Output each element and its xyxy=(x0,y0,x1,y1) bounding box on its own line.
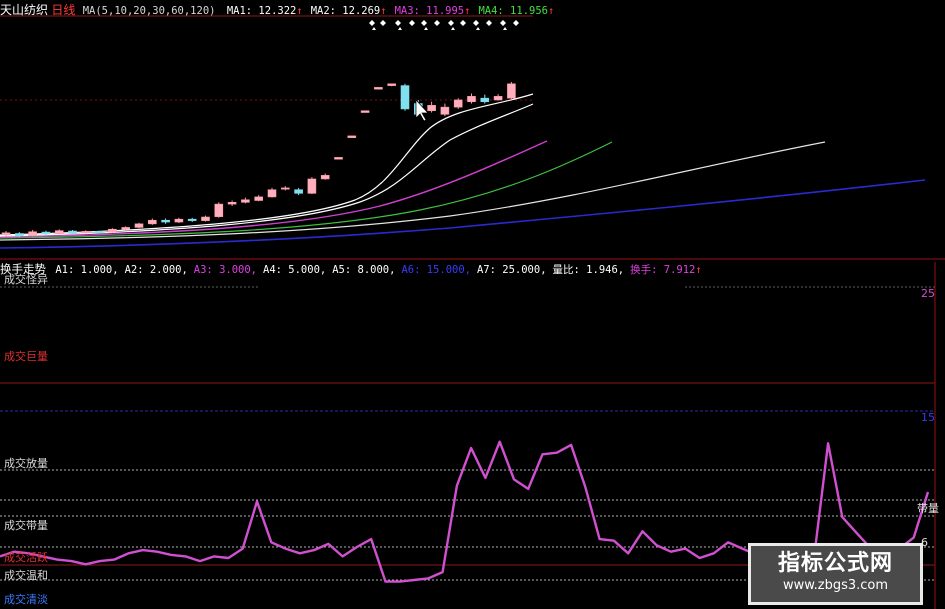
watermark-url: www.zbgs3.com xyxy=(782,578,889,593)
ma30-line xyxy=(0,141,613,239)
signal-diamond-icon xyxy=(434,20,440,26)
candle-up xyxy=(467,96,476,103)
signal-arrow-icon xyxy=(372,27,376,30)
signal-markers xyxy=(369,20,519,30)
up-arrow-icon: ↑ xyxy=(695,264,702,276)
candle-up xyxy=(347,135,357,138)
signal-diamond-icon xyxy=(486,20,492,26)
level-label-3: 成交活跃 xyxy=(4,551,48,564)
chart-canvas xyxy=(0,15,945,609)
candle-up xyxy=(28,231,37,236)
candle-up xyxy=(254,196,263,201)
indicator-param-1: A1: 1.000, xyxy=(55,264,119,276)
signal-diamond-icon xyxy=(380,20,386,26)
candle-up xyxy=(387,83,397,86)
indicator-param-8: 量比: 1.946, xyxy=(552,264,625,276)
level-label-1: 成交清淡 xyxy=(4,593,48,606)
signal-diamond-icon xyxy=(473,20,479,26)
indicator-param-7: A7: 25.000, xyxy=(476,264,547,276)
signal-arrow-icon xyxy=(451,27,455,30)
ma10-line xyxy=(0,103,534,237)
candle-up xyxy=(320,175,330,180)
signal-diamond-icon xyxy=(500,20,506,26)
level-label-2: 成交温和 xyxy=(4,569,48,582)
signal-diamond-icon xyxy=(369,20,375,26)
candle-up xyxy=(307,178,317,194)
candle-down xyxy=(161,219,170,223)
level-label-8: 成交放量 xyxy=(4,457,48,470)
indicator-param-4: A4: 5.000, xyxy=(263,264,327,276)
signal-arrow-icon xyxy=(476,27,480,30)
candle-up xyxy=(453,99,463,108)
candle-down xyxy=(15,233,24,236)
candlesticks xyxy=(1,82,516,238)
candle-up xyxy=(201,216,210,221)
candle-up xyxy=(440,106,450,115)
signal-arrow-icon xyxy=(424,27,428,30)
candle-down xyxy=(480,97,490,103)
indicator-param-2: A2: 2.000, xyxy=(124,264,188,276)
mouse-cursor-icon xyxy=(415,99,429,122)
signal-diamond-icon xyxy=(448,20,454,26)
candle-up xyxy=(134,223,144,228)
site-watermark: 指标公式网 www.zbgs3.com xyxy=(748,543,923,605)
axis-label-25: 25 xyxy=(921,287,935,300)
candle-up xyxy=(493,96,503,101)
candle-down xyxy=(187,218,197,221)
signal-diamond-icon xyxy=(460,20,466,26)
candle-up xyxy=(374,87,383,90)
indicator-param-9: 换手: 7.912↑ xyxy=(630,264,702,276)
ma5-line xyxy=(0,93,534,236)
signal-arrow-icon xyxy=(398,27,402,30)
candle-up xyxy=(241,199,250,203)
candle-up xyxy=(360,110,370,113)
candle-up xyxy=(227,201,237,205)
axis-label-15: 15 xyxy=(921,411,935,424)
axis-label-5: 带量 xyxy=(917,502,939,515)
level-label-15: 成交巨量 xyxy=(4,350,48,363)
candle-up xyxy=(334,157,343,160)
candle-up xyxy=(174,218,184,223)
candle-down xyxy=(400,85,410,110)
indicator-panel-header: 换手走势 A1: 1.000, A2: 2.000, A3: 3.000, A4: 5… xyxy=(0,262,702,277)
signal-diamond-icon xyxy=(513,20,519,26)
candle-down xyxy=(94,231,104,233)
signal-arrow-icon xyxy=(503,27,507,30)
candle-up xyxy=(108,228,117,233)
candle-up xyxy=(214,203,224,217)
candle-up xyxy=(507,83,516,99)
candle-up xyxy=(267,189,277,198)
indicator-param-6: A6: 15.000, xyxy=(401,264,471,276)
candle-up xyxy=(1,232,11,235)
candle-up xyxy=(54,230,64,234)
level-label-25: 成交怪异 xyxy=(4,273,48,286)
signal-diamond-icon xyxy=(421,20,427,26)
candle-up xyxy=(427,105,436,112)
candle-down xyxy=(294,189,303,194)
candle-up xyxy=(81,231,91,234)
candle-up xyxy=(148,219,157,225)
candle-up xyxy=(280,187,290,190)
signal-diamond-icon xyxy=(395,20,401,26)
candle-down xyxy=(68,230,77,234)
indicator-param-3: A3: 3.000, xyxy=(193,264,257,276)
signal-diamond-icon xyxy=(409,20,415,26)
indicator-param-5: A5: 8.000, xyxy=(332,264,396,276)
watermark-title: 指标公式网 xyxy=(777,551,893,576)
candle-down xyxy=(41,231,51,234)
level-label-5: 成交带量 xyxy=(4,519,48,532)
ma20-line xyxy=(0,140,548,238)
ma60-line xyxy=(0,141,826,241)
candle-up xyxy=(121,227,130,230)
